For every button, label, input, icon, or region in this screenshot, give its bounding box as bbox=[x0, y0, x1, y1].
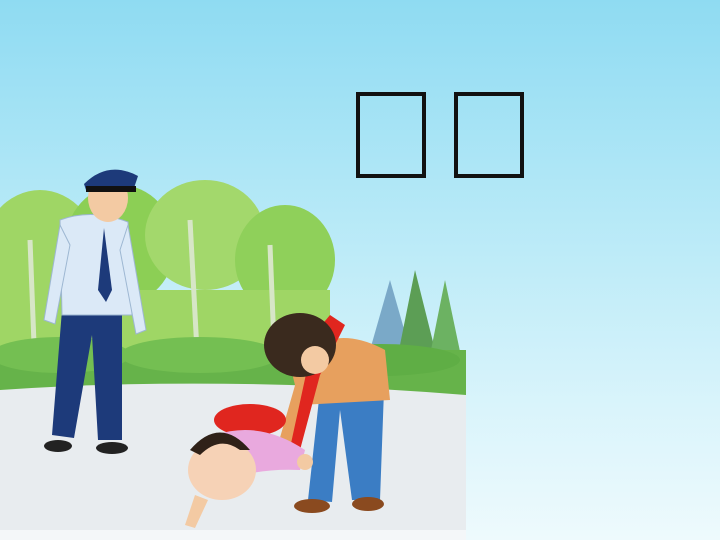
scene-illustration bbox=[0, 150, 466, 540]
slide bbox=[0, 0, 720, 540]
ground-fade bbox=[0, 530, 466, 540]
